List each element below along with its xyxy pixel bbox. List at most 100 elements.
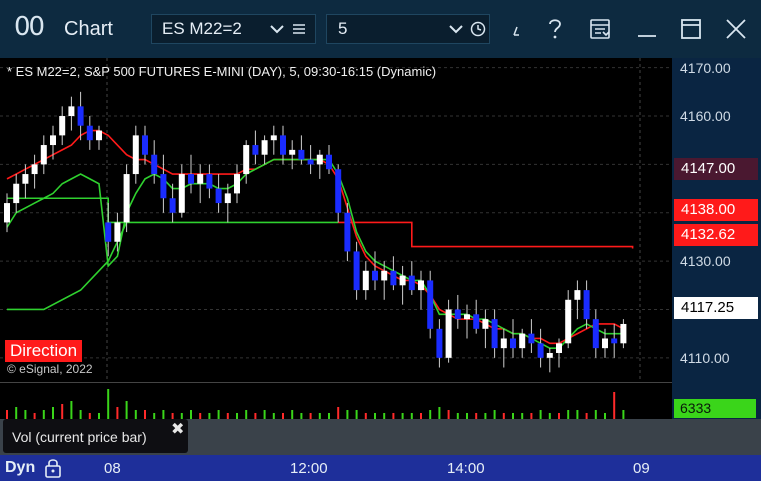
close-icon[interactable] [723, 14, 749, 44]
candle-down [427, 280, 434, 329]
volume-bar [116, 407, 119, 419]
candle-down [188, 174, 194, 184]
candle-down [307, 159, 314, 165]
candle-up [565, 299, 572, 344]
candlestick-chart[interactable] [0, 58, 672, 382]
candle-up [418, 280, 424, 291]
candle-down [408, 275, 415, 291]
candle-down [280, 135, 286, 155]
help-icon[interactable] [544, 14, 566, 44]
close-study-icon[interactable]: ✖ [171, 419, 184, 439]
volume-value-tag: 6333 [674, 399, 756, 418]
candle-up [602, 338, 608, 349]
time-axis[interactable]: Dyn 08 12:00 14:00 09 [0, 455, 761, 481]
candle-up [519, 333, 526, 349]
volume-bar [217, 410, 220, 419]
volume-bar [6, 410, 8, 419]
candle-up [59, 116, 66, 136]
candle-down [537, 343, 544, 358]
volume-pane[interactable] [0, 382, 672, 419]
candle-up [362, 270, 369, 291]
candle-up [261, 140, 268, 155]
candle-up [399, 275, 406, 286]
candle-down [151, 154, 158, 175]
volume-bar [190, 410, 192, 419]
volume-bar [622, 410, 625, 419]
candle-up [243, 145, 250, 175]
interval-selector[interactable]: 5 [326, 14, 490, 44]
volume-bar [61, 404, 64, 419]
app-logo-icon: 00 [14, 12, 45, 42]
list-icon[interactable] [288, 18, 310, 40]
chevron-down-icon[interactable] [266, 18, 288, 40]
candle-down [142, 135, 148, 155]
candle-down [105, 222, 112, 242]
candle-down [169, 198, 176, 213]
volume-bar [539, 410, 542, 419]
volume-bar [107, 389, 110, 419]
maximize-icon[interactable] [679, 14, 703, 44]
volume-bar [346, 410, 349, 419]
candle-down [473, 314, 480, 329]
candle-up [96, 130, 102, 141]
interval-value: 5 [338, 19, 348, 38]
time-label-09: 09 [633, 460, 650, 477]
window-title: Chart [64, 18, 113, 40]
series-title: * ES M22=2, S&P 500 FUTURES E-MINI (DAY)… [7, 64, 437, 79]
lock-icon[interactable] [44, 458, 62, 481]
candle-up [123, 174, 130, 223]
volume-bar [125, 401, 128, 419]
volume-bar [429, 410, 432, 419]
candle-up [50, 135, 56, 146]
candle-up [556, 343, 562, 353]
price-tag-red-1: 4138.00 [674, 199, 758, 221]
symbol-value: ES M22=2 [162, 19, 242, 38]
candle-up [114, 222, 121, 242]
volume-bar [493, 410, 496, 419]
time-label-1200: 12:00 [290, 460, 328, 477]
symbol-selector[interactable]: ES M22=2 [151, 14, 316, 44]
volume-bar [162, 410, 165, 419]
candle-up [289, 149, 296, 155]
drawing-tool-icon[interactable] [508, 14, 528, 44]
volume-bar [291, 410, 294, 419]
candle-down [326, 154, 332, 170]
clock-icon[interactable] [467, 18, 489, 40]
volume-bar [613, 392, 616, 419]
candle-down [583, 290, 590, 320]
study-label-box[interactable]: Vol (current price bar) ✖ [3, 419, 188, 453]
volume-bar [15, 407, 18, 419]
time-label-1400: 14:00 [447, 460, 485, 477]
candle-down [390, 270, 397, 286]
price-axis[interactable]: 4170.004160.004150.004140.004130.004120.… [672, 58, 761, 382]
candle-up [40, 145, 47, 165]
candle-down [491, 319, 498, 349]
volume-axis: 6333 [672, 382, 761, 419]
candle-up [500, 338, 507, 349]
minimize-icon[interactable] [635, 14, 659, 44]
dynamic-mode-label[interactable]: Dyn [5, 459, 35, 477]
red-average-line [6, 129, 624, 345]
candle-down [372, 270, 378, 281]
volume-bar [42, 410, 45, 419]
candle-up [4, 203, 10, 223]
copyright-text: © eSignal, 2022 [7, 362, 93, 376]
candle-down [344, 212, 351, 252]
candle-up [68, 106, 75, 117]
candle-up [178, 174, 185, 213]
candle-up [464, 314, 470, 320]
candle-down [335, 169, 342, 213]
price-chart[interactable]: * ES M22=2, S&P 500 FUTURES E-MINI (DAY)… [0, 58, 672, 382]
chevron-down-icon[interactable] [445, 18, 467, 40]
candle-up [381, 270, 388, 281]
page-menu-icon[interactable] [588, 14, 612, 44]
candle-down [528, 333, 535, 344]
volume-bar [134, 410, 137, 419]
volume-bar [438, 407, 441, 419]
candle-up [270, 135, 277, 141]
candle-down [592, 319, 599, 349]
study-label: Vol (current price bar) [12, 429, 147, 445]
candle-down [215, 188, 222, 204]
volume-bar [52, 407, 54, 419]
last-price-tag: 4117.25 [674, 297, 758, 319]
